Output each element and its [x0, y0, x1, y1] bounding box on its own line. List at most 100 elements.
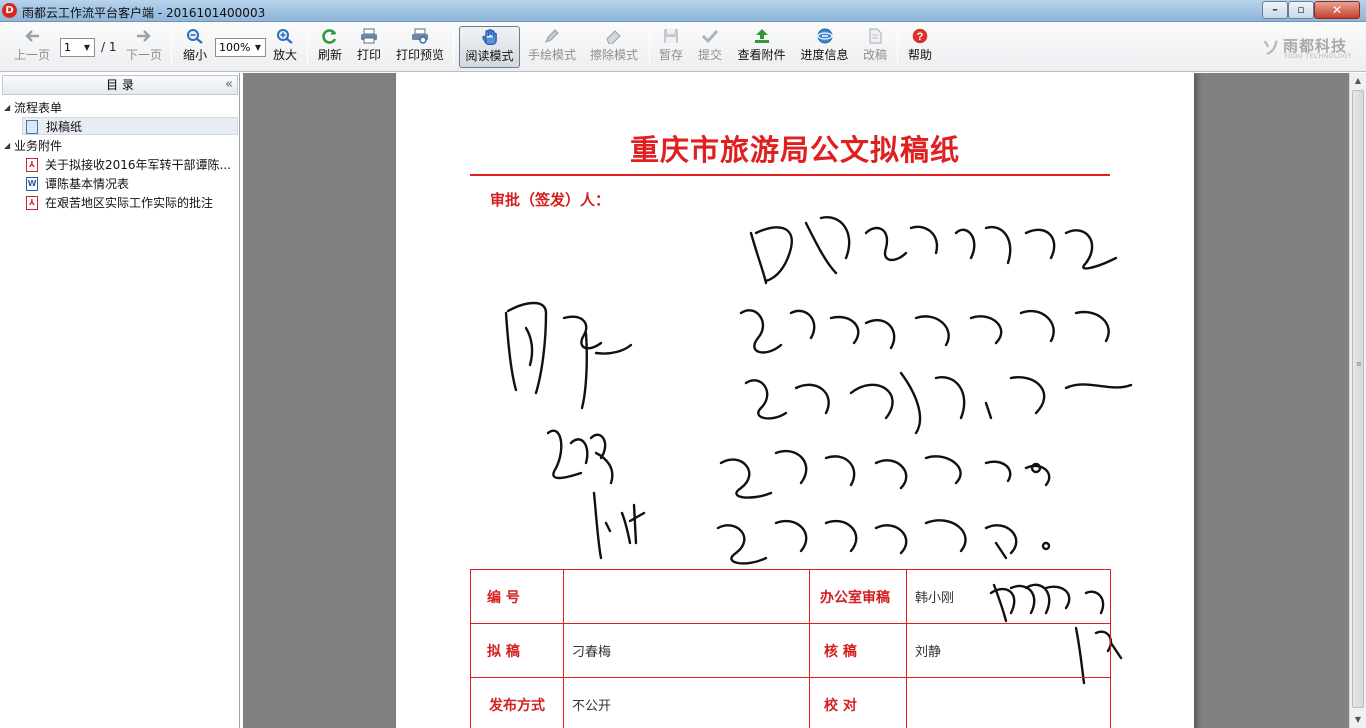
pdf-icon: ⅄: [26, 158, 38, 172]
read-mode-label: 阅读模式: [465, 49, 514, 63]
document-icon: [869, 28, 882, 44]
scroll-thumb[interactable]: ≡: [1352, 90, 1364, 708]
revise-button[interactable]: 改稿: [859, 26, 891, 68]
tree-group-label: 流程表单: [14, 101, 63, 115]
eraser-icon: [606, 30, 621, 44]
tree-item-label: 在艰苦地区实际工作实际的批注: [45, 196, 214, 210]
maximize-icon: ▫: [1297, 3, 1305, 16]
form-document-icon: [26, 120, 38, 134]
publish-method-value: 不公开: [563, 677, 810, 728]
tree-item-draft-paper[interactable]: 拟稿纸: [22, 117, 238, 135]
page-total: / 1: [101, 40, 117, 54]
tree-item-attachment-pdf-1[interactable]: ⅄ 关于拟接收2016年军转干部谭陈...: [26, 156, 238, 174]
word-icon: W: [26, 177, 38, 191]
print-label: 打印: [356, 48, 381, 62]
zoom-in-button[interactable]: 放大: [268, 26, 302, 68]
zoom-select[interactable]: 100% ▼: [215, 38, 266, 57]
save-draft-button[interactable]: 暂存: [655, 26, 687, 68]
progress-info-label: 进度信息: [800, 48, 849, 62]
help-label: 帮助: [907, 48, 932, 62]
window-title: 雨都云工作流平台客户端 - 2016101400003: [22, 6, 266, 20]
svg-text:?: ?: [917, 31, 924, 43]
minimize-icon: –: [1272, 3, 1278, 16]
tree-group-label: 业务附件: [14, 139, 63, 153]
tree-group-process-forms[interactable]: ◢ 流程表单: [4, 99, 234, 117]
help-button[interactable]: ? 帮助: [904, 26, 936, 68]
close-icon: ✕: [1331, 3, 1343, 17]
page-number-select[interactable]: 1 ▼: [60, 38, 95, 57]
tree-item-attachment-pdf-2[interactable]: ⅄ 在艰苦地区实际工作实际的批注: [26, 194, 238, 212]
zoom-in-label: 放大: [272, 48, 297, 62]
chevron-down-icon: ▼: [83, 43, 91, 52]
view-attachments-label: 查看附件: [737, 48, 786, 62]
upload-arrow-icon: [754, 29, 769, 43]
erase-mode-button[interactable]: 擦除模式: [588, 26, 640, 68]
chevron-down-icon: ▼: [254, 43, 262, 52]
zoom-value: 100%: [219, 41, 251, 54]
checker-value: 刘静: [906, 623, 1111, 678]
progress-info-button[interactable]: 进度信息: [797, 26, 852, 68]
print-button[interactable]: 打印: [352, 26, 386, 68]
next-page-button[interactable]: 下一页: [122, 26, 166, 68]
arrow-left-icon: [25, 30, 39, 42]
drafter-label: 拟 稿: [470, 623, 564, 678]
floppy-icon: [664, 29, 678, 43]
table-row: 编 号 办公室审稿 韩小刚: [470, 569, 1111, 624]
tree-item-label: 关于拟接收2016年军转干部谭陈...: [45, 158, 231, 172]
toolbar-divider: [171, 28, 172, 66]
minimize-button[interactable]: –: [1262, 1, 1288, 19]
tree-item-attachment-word[interactable]: W 谭陈基本情况表: [26, 175, 238, 193]
draw-mode-button[interactable]: 手绘模式: [526, 26, 578, 68]
save-draft-label: 暂存: [658, 48, 683, 62]
read-mode-button[interactable]: 阅读模式: [459, 26, 520, 68]
number-value: [563, 569, 810, 624]
view-attachments-button[interactable]: 查看附件: [734, 26, 789, 68]
page-number-value: 1: [64, 41, 71, 54]
sidebar-header: 目 录 «: [2, 75, 238, 95]
collapse-sidebar-icon[interactable]: «: [225, 76, 233, 93]
refresh-icon: [322, 29, 337, 44]
brand-name-en: YUDU TECHNOLOGY: [1284, 53, 1352, 60]
scroll-up-icon[interactable]: ▲: [1350, 73, 1366, 89]
hand-icon: [481, 29, 497, 45]
toolbar: 上一页 1 ▼ / 1 下一页 缩小 100% ▼ 放大 刷新 打印 打印预览 …: [0, 22, 1366, 72]
proofread-label: 校 对: [809, 677, 907, 728]
proofread-value: [906, 677, 1111, 728]
submit-label: 提交: [697, 48, 722, 62]
zoom-out-icon: [187, 29, 203, 44]
zoom-out-button[interactable]: 缩小: [178, 26, 212, 68]
publish-method-label: 发布方式: [470, 677, 564, 728]
prev-page-button[interactable]: 上一页: [10, 26, 54, 68]
refresh-label: 刷新: [317, 48, 342, 62]
print-preview-button[interactable]: 打印预览: [393, 26, 447, 68]
refresh-button[interactable]: 刷新: [313, 26, 347, 68]
number-label: 编 号: [470, 569, 564, 624]
tree-item-label: 谭陈基本情况表: [45, 177, 130, 191]
sidebar-title: 目 录: [106, 78, 134, 92]
toolbar-divider: [307, 28, 308, 66]
office-review-label: 办公室审稿: [809, 569, 907, 624]
scroll-down-icon[interactable]: ▼: [1350, 712, 1366, 728]
sidebar-directory: 目 录 « ◢ 流程表单 拟稿纸 ◢ 业务附件 ⅄ 关于拟接收2016年军转干部…: [0, 73, 240, 728]
toolbar-divider: [649, 28, 650, 66]
toolbar-divider: [897, 28, 898, 66]
printer-icon: [361, 28, 377, 44]
maximize-button[interactable]: ▫: [1288, 1, 1314, 19]
tree-item-label: 拟稿纸: [46, 120, 83, 134]
tree-group-attachments[interactable]: ◢ 业务附件: [4, 137, 234, 155]
arrow-right-icon: [137, 30, 151, 42]
help-icon: ?: [912, 28, 928, 44]
brand-logo: ソ 雨都科技 YUDU TECHNOLOGY: [1262, 34, 1362, 64]
table-row: 拟 稿 刁春梅 核 稿 刘静: [470, 623, 1111, 678]
checker-label: 核 稿: [809, 623, 907, 678]
pdf-icon: ⅄: [26, 196, 38, 210]
submit-button[interactable]: 提交: [694, 26, 726, 68]
zoom-out-label: 缩小: [182, 48, 207, 62]
revise-label: 改稿: [862, 48, 887, 62]
vertical-scrollbar[interactable]: ▲ ≡ ▼: [1349, 73, 1366, 728]
close-button[interactable]: ✕: [1314, 1, 1360, 19]
drafter-value: 刁春梅: [563, 623, 810, 678]
brand-mark-icon: ソ: [1262, 38, 1280, 59]
document-viewer[interactable]: 重庆市旅游局公文拟稿纸 审批（签发）人： 编 号 办公室审稿 韩小刚 拟 稿 刁…: [243, 73, 1349, 728]
pen-icon: [545, 29, 559, 43]
